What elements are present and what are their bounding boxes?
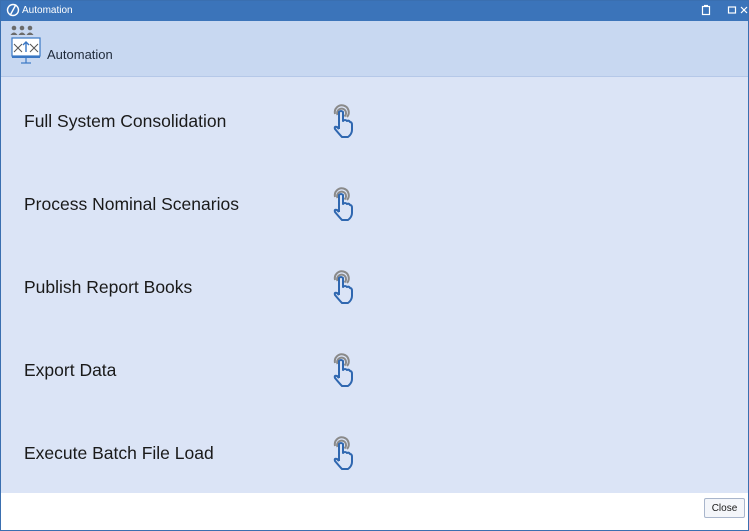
list-item-full-system-consolidation: Full System Consolidation [1, 91, 748, 151]
restore-icon[interactable] [699, 3, 713, 17]
item-label: Export Data [24, 360, 117, 380]
item-label: Process Nominal Scenarios [24, 194, 239, 214]
list-item-export-data: Export Data [1, 340, 748, 400]
dialog-footer: Close [1, 493, 748, 530]
page-title: Automation [47, 47, 113, 62]
automation-window: Automation Automation Full System Consol… [0, 0, 749, 531]
list-item-execute-batch-file-load: Execute Batch File Load [1, 423, 748, 483]
tap-gesture-icon[interactable] [322, 184, 362, 224]
close-button[interactable]: Close [704, 498, 745, 518]
maximize-icon[interactable] [725, 3, 739, 17]
tap-gesture-icon[interactable] [322, 433, 362, 473]
list-item-process-nominal-scenarios: Process Nominal Scenarios [1, 174, 748, 234]
tap-gesture-icon[interactable] [322, 101, 362, 141]
people-upload-icon [10, 25, 41, 64]
page-header: Automation [1, 21, 748, 77]
title-bar[interactable]: Automation [1, 1, 748, 21]
window-title: Automation [22, 5, 73, 16]
list-item-publish-report-books: Publish Report Books [1, 257, 748, 317]
item-label: Publish Report Books [24, 277, 193, 297]
item-label: Full System Consolidation [24, 111, 227, 131]
tap-gesture-icon[interactable] [322, 350, 362, 390]
tap-gesture-icon[interactable] [322, 267, 362, 307]
close-icon[interactable] [739, 3, 749, 17]
app-logo-icon [6, 3, 20, 17]
item-label: Execute Batch File Load [24, 443, 214, 463]
automation-list: Full System Consolidation Process Nomina… [1, 77, 748, 493]
